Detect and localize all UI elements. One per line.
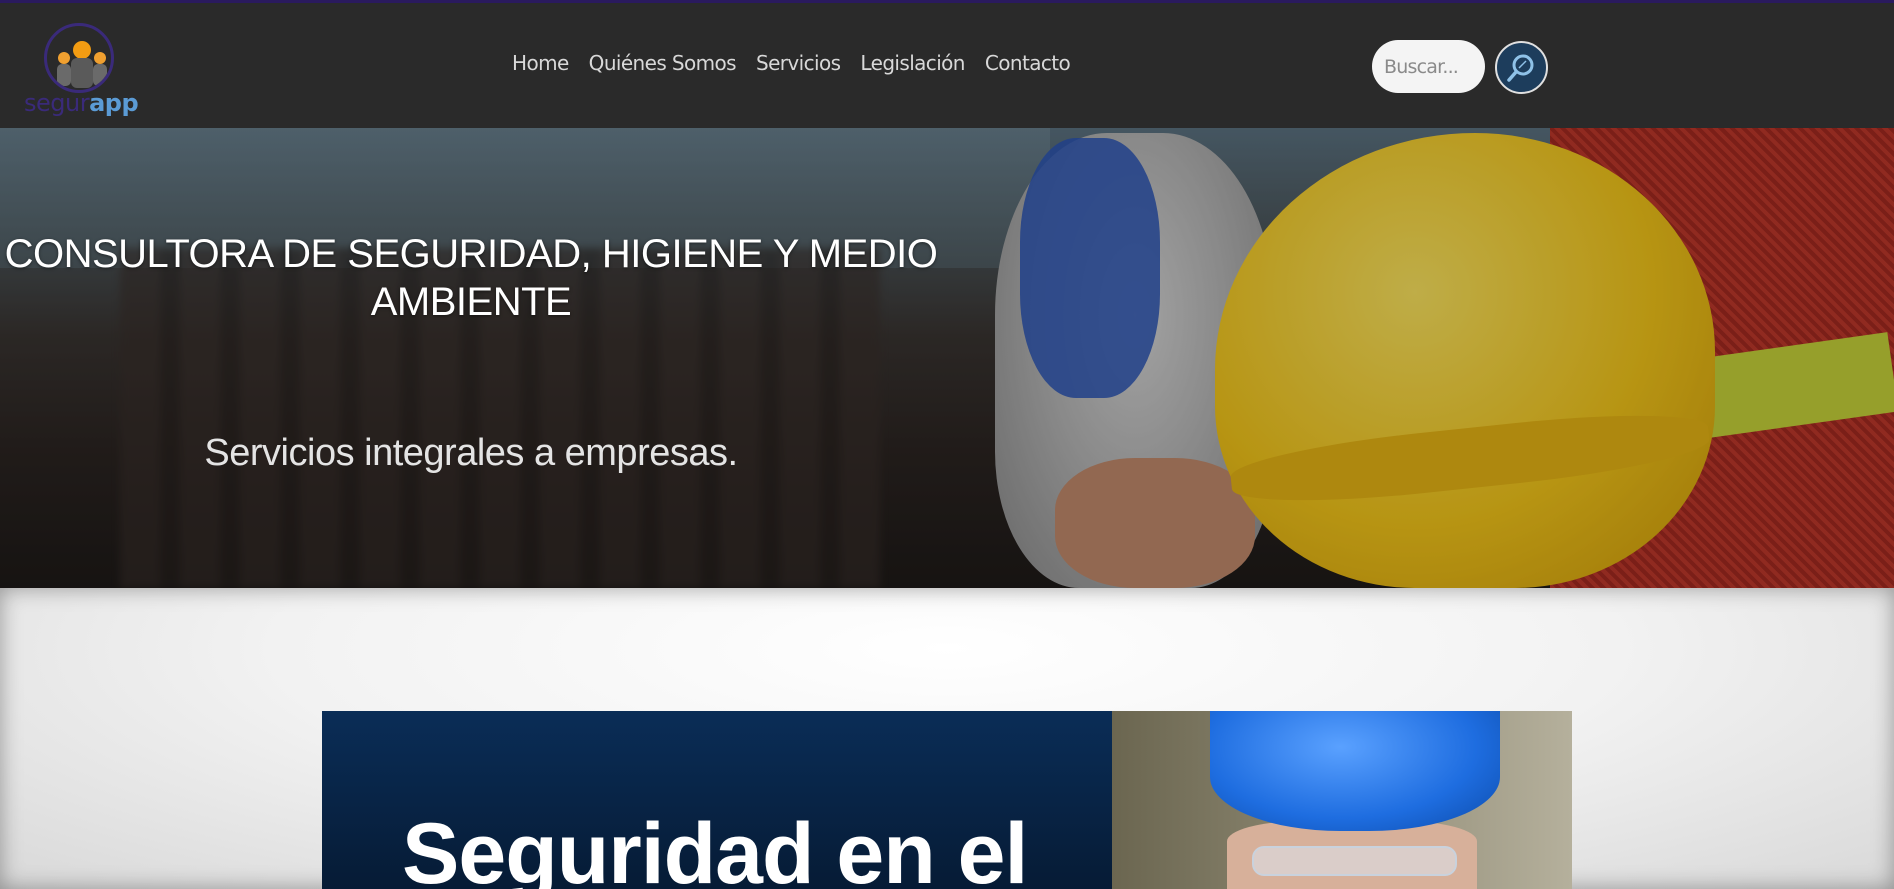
nav-contacto[interactable]: Contacto bbox=[985, 51, 1071, 75]
search-input[interactable] bbox=[1372, 40, 1485, 93]
nav-servicios[interactable]: Servicios bbox=[756, 51, 841, 75]
hero-overlay bbox=[0, 128, 1894, 588]
main-nav: Home Quiénes Somos Servicios Legislación… bbox=[512, 51, 1071, 75]
logo-emblem-icon bbox=[44, 23, 114, 93]
seguraapp-logo[interactable]: segurapp bbox=[24, 23, 139, 123]
logo-text-part2: app bbox=[89, 89, 139, 117]
site-header: segurapp Home Quiénes Somos Servicios Le… bbox=[0, 3, 1894, 128]
nav-quienes-somos[interactable]: Quiénes Somos bbox=[589, 51, 737, 75]
hero-section: CONSULTORA DE SEGURIDAD, HIGIENE Y MEDIO… bbox=[0, 128, 1894, 588]
blue-helmet-image bbox=[1210, 711, 1500, 831]
logo-text: segurapp bbox=[24, 89, 139, 117]
search-icon bbox=[1507, 54, 1534, 82]
hero-subtitle: Servicios integrales a empresas. bbox=[204, 432, 738, 474]
nav-legislacion[interactable]: Legislación bbox=[860, 51, 965, 75]
banner-card: Seguridad en el bbox=[322, 711, 1572, 889]
search-button[interactable] bbox=[1495, 41, 1548, 94]
hero-title: CONSULTORA DE SEGURIDAD, HIGIENE Y MEDIO… bbox=[4, 232, 938, 324]
banner-title: Seguridad en el bbox=[402, 806, 1028, 889]
nav-home[interactable]: Home bbox=[512, 51, 569, 75]
safety-goggles-image bbox=[1252, 846, 1457, 876]
logo-text-part1: segur bbox=[24, 89, 90, 117]
